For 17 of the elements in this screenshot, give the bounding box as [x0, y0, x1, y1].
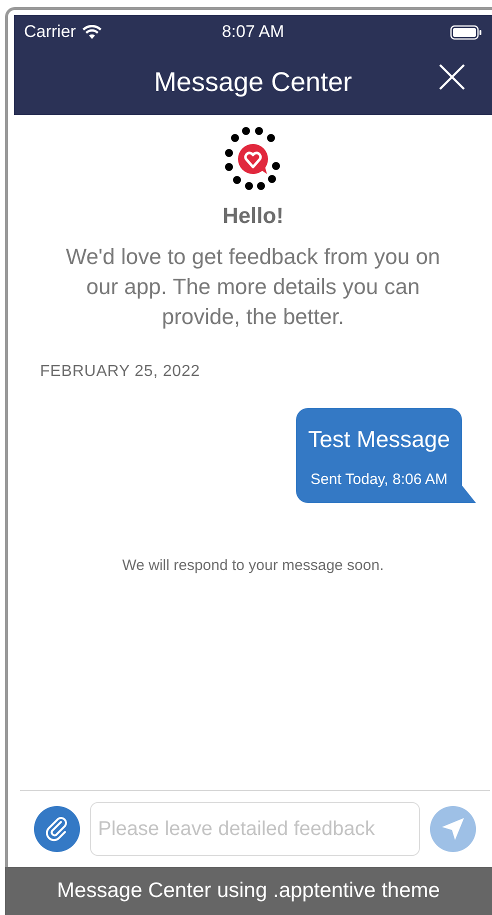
attach-button[interactable]: [34, 806, 80, 852]
caption-bar: Message Center using .apptentive theme: [5, 867, 492, 915]
wifi-icon: [82, 24, 102, 40]
clock-time: 8:07 AM: [222, 21, 284, 44]
paperclip-icon: [44, 816, 70, 842]
greeting-title: Hello!: [221, 202, 285, 230]
screen-title: Message Center: [154, 66, 352, 99]
battery-icon: [450, 24, 482, 40]
sent-status: Sent Today, 8:06 AM: [310, 470, 448, 490]
response-note: We will respond to your message soon.: [121, 556, 385, 576]
date-header: FEBRUARY 25, 2022: [40, 362, 202, 382]
message-field[interactable]: Please leave detailed feedback: [90, 802, 420, 856]
greeting-text: We'd love to get feedback from you on our app. The more details you can provide, the better.: [64, 243, 442, 331]
carrier-label: Carrier: [24, 21, 76, 44]
paper-plane-icon: [440, 816, 466, 842]
close-icon: [438, 63, 466, 91]
message-text: Test Message: [308, 425, 450, 454]
